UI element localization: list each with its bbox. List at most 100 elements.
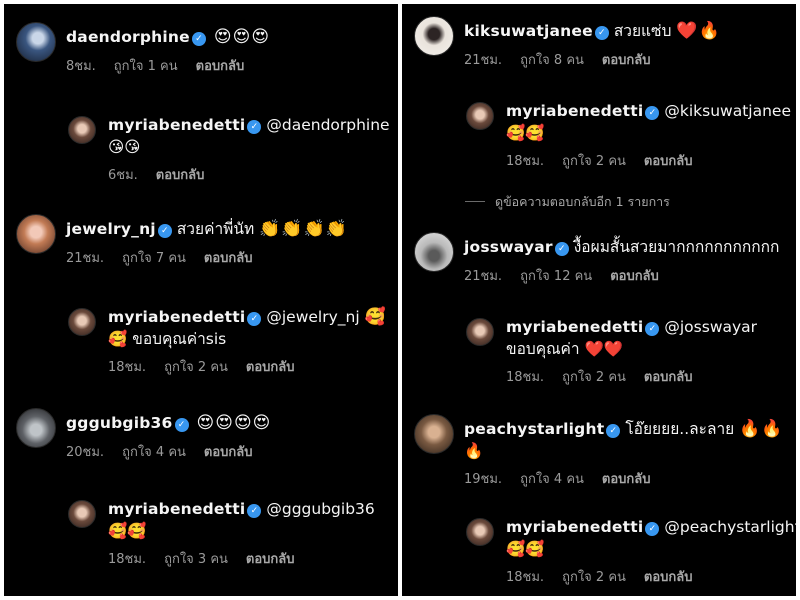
emoji-text: 👏👏👏👏 [259, 219, 348, 239]
username-link[interactable]: myriabenedetti [506, 318, 643, 336]
likes-count[interactable]: ถูกใจ 2 คน [164, 360, 228, 375]
timestamp: 21ชม. [66, 251, 105, 266]
reply-button[interactable]: ตอบกลับ [204, 445, 253, 460]
verified-badge-icon: ✓ [554, 242, 569, 256]
verified-badge-icon: ✓ [247, 504, 262, 518]
verified-badge-icon: ✓ [247, 312, 262, 326]
timestamp: 18ชม. [108, 360, 147, 375]
likes-count[interactable]: ถูกใจ 4 คน [520, 472, 584, 487]
reply-button[interactable]: ตอบกลับ [644, 570, 693, 585]
comment-meta: 18ชม. ถูกใจ 2 คน ตอบกลับ [108, 359, 295, 377]
likes-count[interactable]: ถูกใจ 4 คน [122, 445, 186, 460]
mention-link[interactable]: @daendorphine [266, 116, 389, 134]
comment-meta: 21ชม. ถูกใจ 8 คน ตอบกลับ [464, 52, 651, 70]
timestamp: 18ชม. [506, 570, 545, 585]
reply-button[interactable]: ตอบกลับ [196, 59, 245, 74]
username-link[interactable]: gggubgib36 [66, 414, 173, 432]
avatar[interactable] [68, 308, 96, 336]
right-comments-panel: ดูข้อความตอบกลับอีก 1 รายการ kiksuwatjan… [402, 4, 796, 596]
left-comments-panel: daendorphine ✓ 😍😍😍 8ชม. ถูกใจ 1 คน ตอบกลับ myr… [4, 4, 398, 596]
timestamp: 19ชม. [464, 472, 503, 487]
reply-button[interactable]: ตอบกลับ [610, 269, 659, 284]
comment-line: daendorphine ✓ 😍😍😍 [66, 26, 270, 48]
likes-count[interactable]: ถูกใจ 2 คน [562, 154, 626, 169]
likes-count[interactable]: ถูกใจ 3 คน [164, 552, 228, 567]
view-more-replies-link[interactable]: ดูข้อความตอบกลับอีก 1 รายการ [465, 192, 670, 212]
comment-line: jewelry_nj ✓ สวยค่าพี่นัท 👏👏👏👏 [66, 218, 348, 240]
timestamp: 6ชม. [108, 168, 138, 183]
username-link[interactable]: myriabenedetti [506, 518, 643, 536]
username-link[interactable]: daendorphine [66, 28, 190, 46]
likes-count[interactable]: ถูกใจ 1 คน [114, 59, 178, 74]
avatar[interactable] [466, 102, 494, 130]
avatar[interactable] [68, 116, 96, 144]
verified-badge-icon: ✓ [606, 424, 621, 438]
mention-link[interactable]: @kiksuwatjanee [664, 102, 791, 120]
mention-link[interactable]: @jewelry_nj [266, 308, 359, 326]
reply-button[interactable]: ตอบกลับ [204, 251, 253, 266]
avatar[interactable] [16, 22, 56, 62]
verified-badge-icon: ✓ [594, 26, 609, 40]
emoji-text: 🥰 [364, 307, 387, 327]
reply-button[interactable]: ตอบกลับ [602, 472, 651, 487]
verified-badge-icon: ✓ [247, 120, 262, 134]
mention-link[interactable]: @gggubgib36 [266, 500, 374, 518]
comment-text: สวยแซ่บ [613, 22, 672, 40]
likes-count[interactable]: ถูกใจ 7 คน [122, 251, 186, 266]
reply-button[interactable]: ตอบกลับ [644, 154, 693, 169]
verified-badge-icon: ✓ [157, 224, 172, 238]
avatar[interactable] [16, 408, 56, 448]
username-link[interactable]: myriabenedetti [108, 308, 245, 326]
timestamp: 18ชม. [108, 552, 147, 567]
reply-button[interactable]: ตอบกลับ [602, 53, 651, 68]
comment-text-line2: 🥰 ขอบคุณค่าsis [108, 330, 227, 348]
comment-text-line2: 🔥 [464, 442, 484, 460]
reply-button[interactable]: ตอบกลับ [156, 168, 205, 183]
verified-badge-icon: ✓ [645, 106, 660, 120]
comment-text: สวยค่าพี่นัท [176, 220, 255, 238]
avatar[interactable] [466, 518, 494, 546]
avatar[interactable] [414, 232, 454, 272]
comment-text-line2: 🥰🥰 [506, 540, 545, 558]
username-link[interactable]: myriabenedetti [108, 116, 245, 134]
comment-meta: 18ชม. ถูกใจ 3 คน ตอบกลับ [108, 551, 295, 569]
comment-line: myriabenedetti ✓ @peachystarlight [506, 516, 796, 538]
comment-line: myriabenedetti ✓ @jewelry_nj 🥰 [108, 306, 387, 328]
comment-meta: 18ชม. ถูกใจ 2 คน ตอบกลับ [506, 569, 693, 587]
username-link[interactable]: peachystarlight [464, 420, 604, 438]
avatar[interactable] [414, 16, 454, 56]
likes-count[interactable]: ถูกใจ 2 คน [562, 370, 626, 385]
username-link[interactable]: kiksuwatjanee [464, 22, 593, 40]
reply-button[interactable]: ตอบกลับ [246, 552, 295, 567]
verified-badge-icon: ✓ [174, 418, 189, 432]
emoji-text: 😍😍😍😍 [196, 413, 272, 433]
reply-button[interactable]: ตอบกลับ [246, 360, 295, 375]
reply-button[interactable]: ตอบกลับ [644, 370, 693, 385]
comment-meta: 18ชม. ถูกใจ 2 คน ตอบกลับ [506, 153, 693, 171]
mention-link[interactable]: @peachystarlight [664, 518, 796, 536]
comment-meta: 19ชม. ถูกใจ 4 คน ตอบกลับ [464, 471, 651, 489]
avatar[interactable] [466, 318, 494, 346]
avatar[interactable] [414, 414, 454, 454]
username-link[interactable]: myriabenedetti [506, 102, 643, 120]
timestamp: 8ชม. [66, 59, 96, 74]
comment-line: josswayar ✓ งื้อผมสั้นสวยมากกกกกกกกกกก [464, 236, 779, 258]
comment-line: myriabenedetti ✓ @josswayar [506, 316, 757, 338]
emoji-text: ❤️🔥 [676, 21, 721, 41]
comment-text: งื้อผมสั้นสวยมากกกกกกกกกกก [573, 238, 780, 256]
avatar[interactable] [16, 214, 56, 254]
avatar[interactable] [68, 500, 96, 528]
username-link[interactable]: josswayar [464, 238, 553, 256]
comment-line: gggubgib36 ✓ 😍😍😍😍 [66, 412, 271, 434]
comment-meta: 21ชม. ถูกใจ 7 คน ตอบกลับ [66, 250, 253, 268]
likes-count[interactable]: ถูกใจ 8 คน [520, 53, 584, 68]
comment-meta: 20ชม. ถูกใจ 4 คน ตอบกลับ [66, 444, 253, 462]
username-link[interactable]: myriabenedetti [108, 500, 245, 518]
mention-link[interactable]: @josswayar [664, 318, 757, 336]
timestamp: 18ชม. [506, 370, 545, 385]
username-link[interactable]: jewelry_nj [66, 220, 156, 238]
divider-line [465, 201, 485, 202]
timestamp: 20ชม. [66, 445, 105, 460]
likes-count[interactable]: ถูกใจ 12 คน [520, 269, 592, 284]
likes-count[interactable]: ถูกใจ 2 คน [562, 570, 626, 585]
